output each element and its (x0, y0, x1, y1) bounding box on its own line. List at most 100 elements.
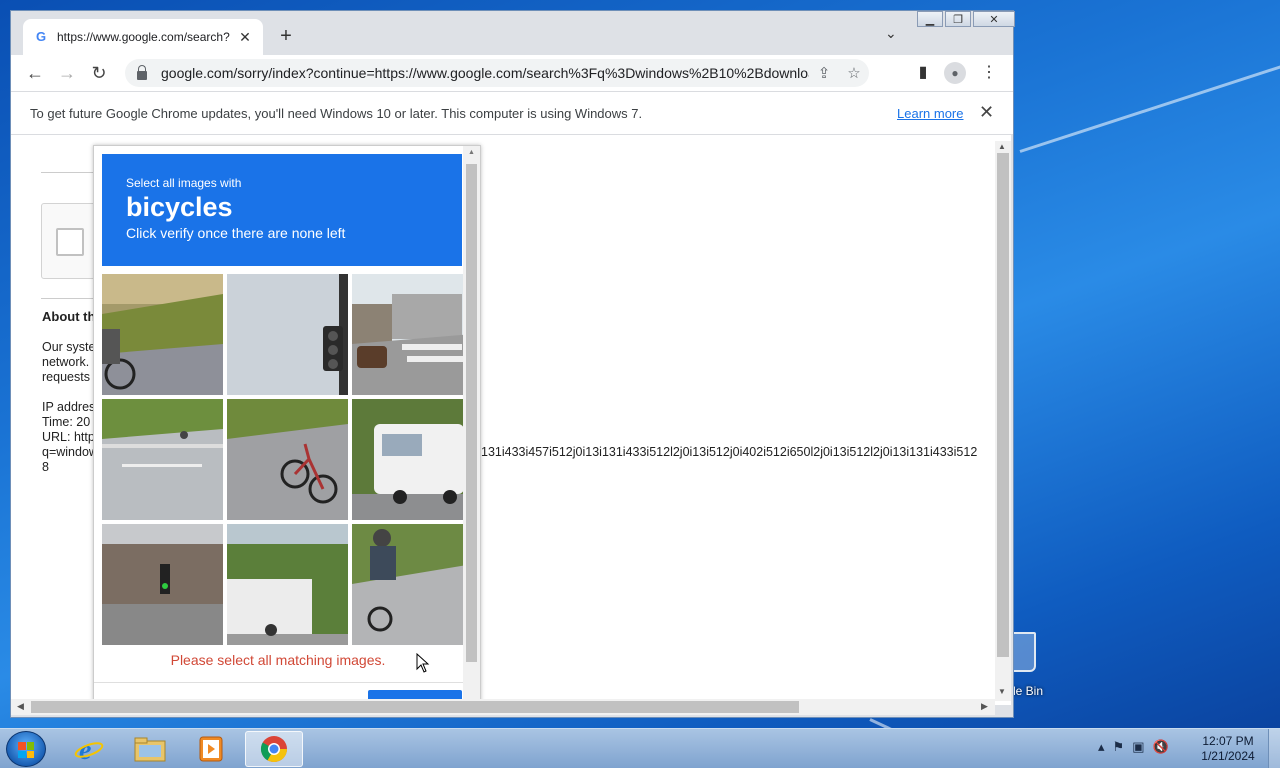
scroll-right-arrow-icon[interactable]: ▶ (981, 701, 988, 712)
scroll-up-arrow-icon[interactable]: ▲ (998, 142, 1006, 151)
tab-strip: G https://www.google.com/search? ✕ + ⌄ ▁… (11, 11, 1015, 55)
browser-toolbar: ← → ↻ google.com/sorry/index?continue=ht… (11, 55, 1013, 91)
reload-icon[interactable]: ↻ (87, 61, 111, 85)
share-icon[interactable]: ⇪ (809, 64, 839, 82)
white-building-motorbike-image (227, 524, 348, 645)
profile-button[interactable]: ● (943, 61, 967, 85)
captcha-tile[interactable] (227, 274, 348, 395)
info-line: IP addres (42, 400, 96, 414)
media-player-taskbar-button[interactable] (182, 731, 240, 767)
page-viewport: About th Our syste network. requests IP … (11, 135, 1011, 705)
infobar-message: To get future Google Chrome updates, you… (30, 106, 643, 121)
recycle-bin-label: le Bin (1013, 684, 1044, 698)
restore-button[interactable]: ❐ (945, 11, 971, 27)
challenge-scroll-thumb[interactable] (466, 164, 477, 662)
captcha-tile[interactable] (352, 399, 473, 520)
challenge-footer-divider (94, 682, 464, 683)
captcha-tile[interactable] (102, 274, 223, 395)
internet-explorer-taskbar-button[interactable]: e (60, 731, 118, 767)
windows-logo-icon (18, 742, 34, 758)
traffic-light-closeup-image (227, 274, 348, 395)
white-bus-image (352, 399, 473, 520)
system-clock[interactable]: 12:07 PM 1/21/2024 (1196, 734, 1260, 764)
info-line: 8 (42, 460, 49, 474)
start-button[interactable] (6, 731, 46, 767)
windows-taskbar: e ▴ ⚑ ▣ 🔇 12:07 PM 1/21/2024 (0, 728, 1280, 768)
infobar-close-icon[interactable]: ✕ (979, 102, 994, 123)
avatar-icon: ● (944, 62, 966, 84)
internet-explorer-icon: e (74, 735, 104, 764)
side-panel-icon[interactable]: ▮ (911, 61, 935, 85)
media-player-icon (199, 736, 223, 762)
address-bar[interactable]: google.com/sorry/index?continue=https://… (125, 59, 869, 87)
tab-title: https://www.google.com/search? (57, 30, 230, 44)
street-intersection-image (352, 274, 473, 395)
captcha-tile[interactable] (352, 524, 473, 645)
chrome-icon (260, 736, 288, 763)
window-controls: ▁ ❐ ✕ (915, 11, 1015, 29)
clock-time: 12:07 PM (1202, 734, 1254, 748)
recaptcha-checkbox[interactable] (56, 228, 84, 256)
url-text[interactable]: google.com/sorry/index?continue=https://… (161, 65, 809, 81)
page-horizontal-scrollbar[interactable]: ◀ ▶ (11, 699, 995, 715)
scroll-down-arrow-icon[interactable]: ▼ (998, 687, 1006, 696)
mouse-pointer-icon (416, 653, 430, 673)
challenge-scrollbar[interactable]: ▲ (463, 146, 480, 704)
street-traffic-light-image (102, 524, 223, 645)
explanation-line: requests (42, 370, 90, 384)
vertical-scroll-thumb[interactable] (997, 153, 1009, 657)
explanation-line: network. (42, 355, 90, 369)
update-infobar: To get future Google Chrome updates, you… (11, 91, 1013, 135)
captcha-tile[interactable] (227, 524, 348, 645)
forward-arrow-icon[interactable]: → (55, 61, 79, 85)
tab-google-search[interactable]: G https://www.google.com/search? ✕ (23, 19, 263, 55)
desktop-light-beam (1019, 57, 1280, 153)
cyclist-on-sidewalk-image (102, 274, 223, 395)
close-tab-icon[interactable]: ✕ (237, 29, 253, 46)
show-desktop-button[interactable] (1268, 729, 1280, 768)
challenge-target: bicycles (126, 192, 233, 222)
new-tab-button[interactable]: + (275, 25, 297, 47)
file-explorer-taskbar-button[interactable] (121, 731, 179, 767)
back-arrow-icon[interactable]: ← (23, 61, 47, 85)
system-tray: ▴ ⚑ ▣ 🔇 (1098, 739, 1169, 755)
action-center-flag-icon[interactable]: ⚑ (1113, 739, 1125, 755)
challenge-error-message: Please select all matching images. (170, 652, 386, 668)
info-line: Time: 20 (42, 415, 91, 429)
challenge-header: Select all images with bicycles Click ve… (102, 154, 462, 266)
url-query-text: 131i433i457i512j0i13i131i433i512l2j0i13i… (481, 445, 978, 459)
captcha-tile[interactable] (352, 274, 473, 395)
network-icon[interactable]: ▣ (1132, 739, 1144, 755)
volume-muted-icon[interactable]: 🔇 (1152, 739, 1168, 755)
bookmark-star-icon[interactable]: ☆ (839, 64, 869, 82)
info-line: URL: http (42, 430, 95, 444)
close-window-button[interactable]: ✕ (973, 11, 1015, 27)
clock-date: 1/21/2024 (1201, 749, 1255, 763)
chrome-taskbar-button[interactable] (245, 731, 303, 767)
horizontal-scroll-thumb[interactable] (31, 701, 799, 713)
scroll-up-arrow-icon[interactable]: ▲ (468, 149, 475, 156)
menu-kebab-icon[interactable]: ⋮ (977, 61, 1001, 85)
scroll-left-arrow-icon[interactable]: ◀ (17, 701, 24, 712)
explanation-line: Our syste (42, 340, 96, 354)
rider-on-bicycle-image (352, 524, 473, 645)
captcha-tile[interactable] (227, 399, 348, 520)
lock-icon[interactable] (137, 64, 147, 80)
page-vertical-scrollbar[interactable]: ▲ ▼ (995, 141, 1011, 701)
crosswalk-cyclist-image (102, 399, 223, 520)
learn-more-link[interactable]: Learn more (897, 106, 963, 121)
minimize-button[interactable]: ▁ (917, 11, 943, 27)
parked-bicycle-image (227, 399, 348, 520)
chrome-window: G https://www.google.com/search? ✕ + ⌄ ▁… (10, 10, 1015, 718)
about-heading: About th (42, 309, 96, 324)
captcha-tile[interactable] (102, 524, 223, 645)
info-line: q=window (42, 445, 98, 459)
folder-icon (134, 737, 166, 762)
show-hidden-icons-icon[interactable]: ▴ (1098, 739, 1105, 755)
challenge-instruction: Select all images with (126, 176, 242, 190)
challenge-subtext: Click verify once there are none left (126, 225, 346, 241)
tab-search-chevron-icon[interactable]: ⌄ (885, 25, 897, 42)
recaptcha-challenge: Select all images with bicycles Click ve… (93, 145, 481, 705)
captcha-tile[interactable] (102, 399, 223, 520)
google-favicon-icon: G (35, 29, 47, 44)
